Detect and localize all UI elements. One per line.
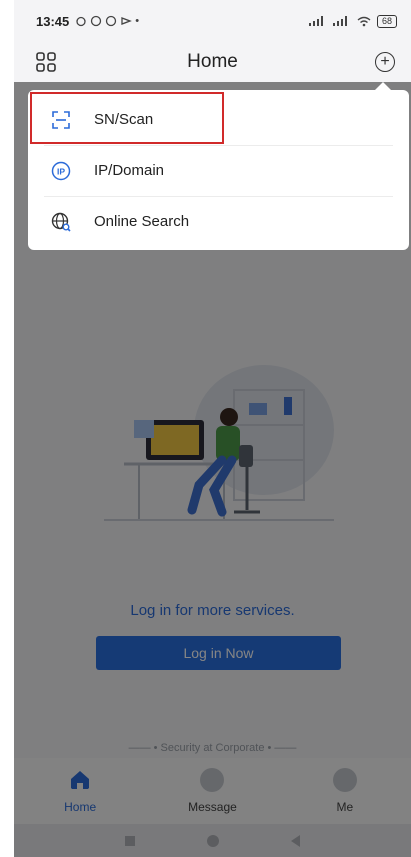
globe-search-icon — [50, 211, 72, 233]
menu-item-online-search[interactable]: Online Search — [28, 196, 409, 247]
notification-icons: • — [75, 15, 139, 27]
battery-icon: 68 — [376, 14, 397, 28]
page-title: Home — [187, 51, 238, 72]
popup-arrow — [375, 82, 391, 90]
signal-icon — [308, 16, 323, 26]
wifi-icon — [357, 16, 371, 26]
plus-icon: + — [380, 53, 390, 70]
phone-screen: 13:45 • 68 Home + Log in for more servic… — [14, 0, 411, 857]
status-right: 68 — [308, 14, 397, 28]
status-left: 13:45 • — [36, 14, 139, 29]
scan-icon — [50, 109, 72, 131]
signal-icon — [332, 16, 347, 26]
ip-icon: IP — [50, 160, 72, 182]
menu-item-label: SN/Scan — [94, 111, 154, 128]
cast-icon — [121, 17, 133, 25]
status-bar: 13:45 • 68 — [14, 0, 411, 42]
dot-icon: • — [135, 15, 140, 27]
header: Home + — [14, 42, 411, 82]
status-time: 13:45 — [36, 13, 70, 29]
grid-menu-icon[interactable] — [36, 52, 56, 72]
menu-item-label: IP/Domain — [94, 162, 165, 179]
app-notification-icon — [106, 15, 117, 27]
alarm-icon — [76, 16, 86, 27]
app-notification-icon — [91, 15, 102, 27]
add-device-menu: SN/Scan IP IP/Domain Online Search — [28, 82, 409, 250]
svg-text:IP: IP — [57, 166, 65, 176]
menu-item-ip-domain[interactable]: IP IP/Domain — [28, 145, 409, 196]
menu-item-label: Online Search — [94, 213, 190, 230]
menu-item-sn-scan[interactable]: SN/Scan — [28, 94, 409, 145]
add-button[interactable]: + — [375, 52, 395, 72]
